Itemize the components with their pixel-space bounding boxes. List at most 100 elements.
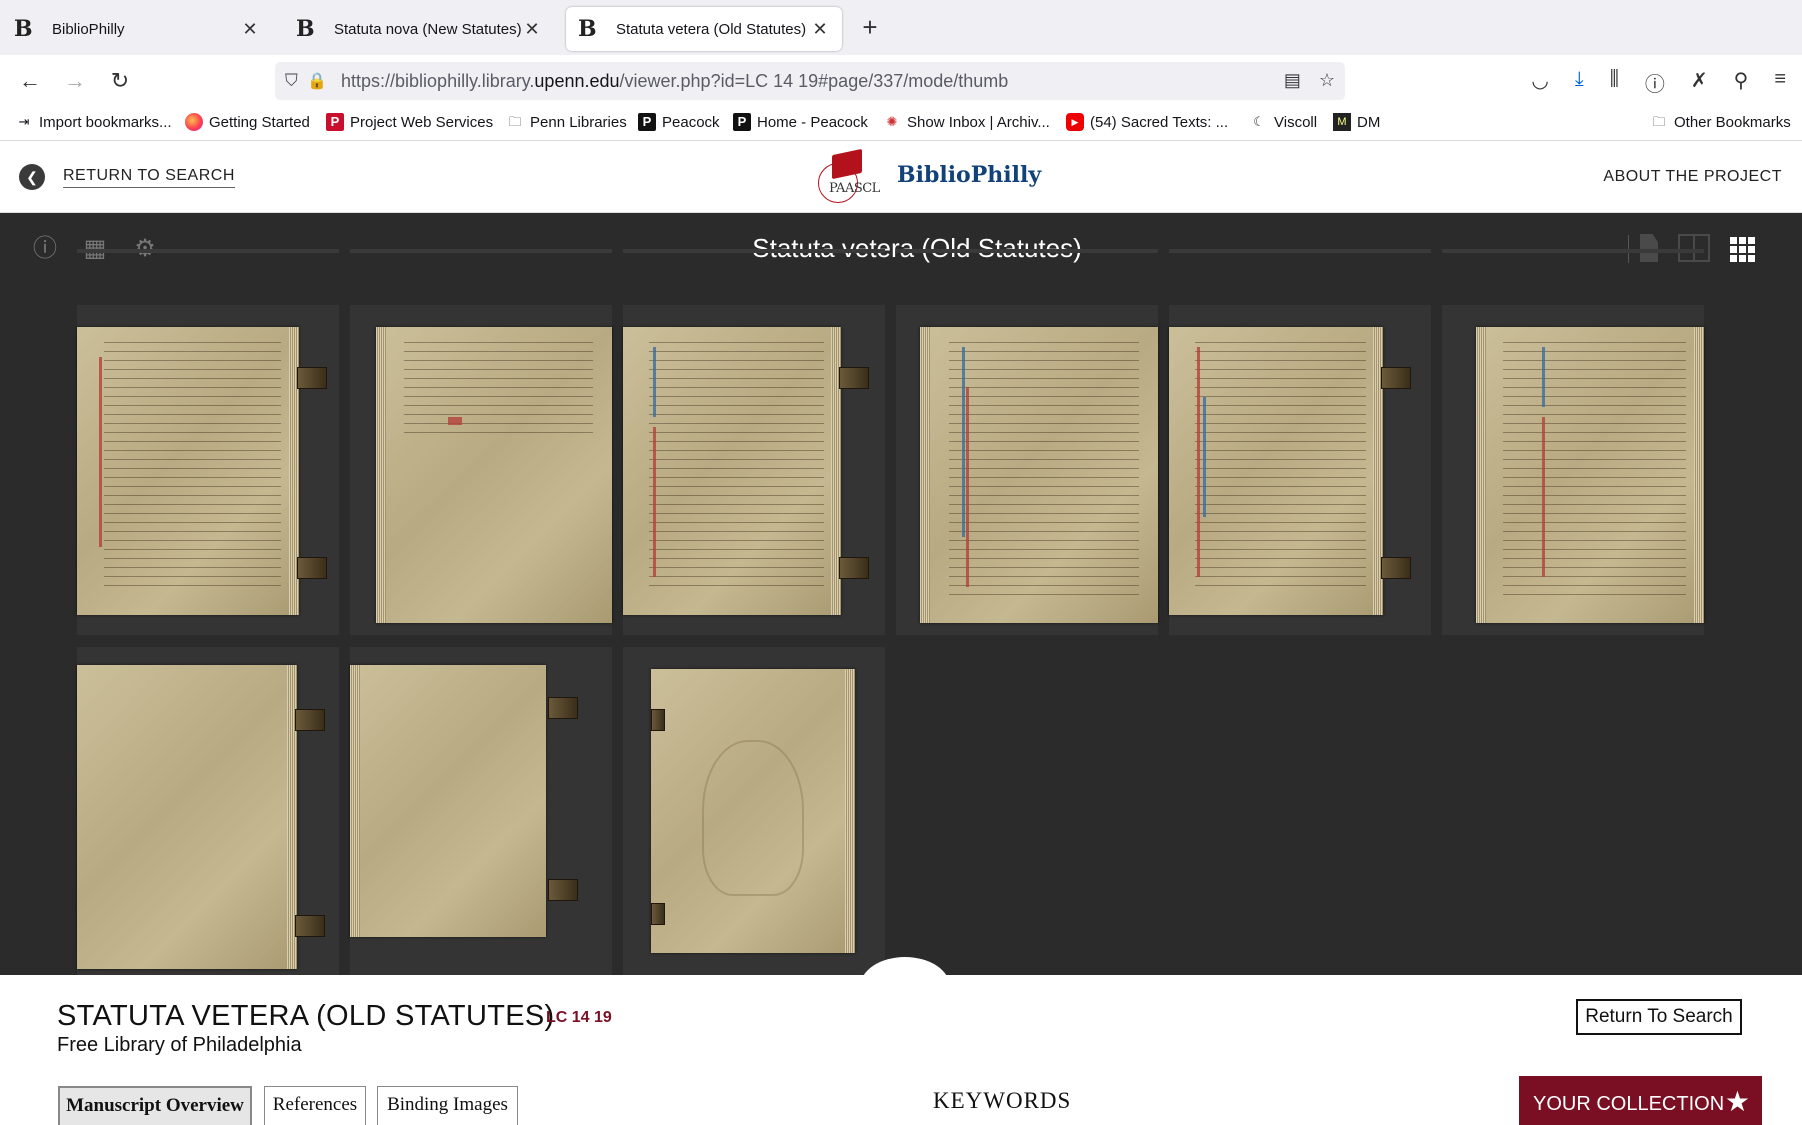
folder-icon: 🗀 xyxy=(508,114,522,129)
browser-tab-bibliophilly[interactable]: B BiblioPhilly ✕ xyxy=(2,7,272,51)
cover-ornament xyxy=(702,740,804,897)
bookmark-star-icon[interactable]: ☆ xyxy=(1319,70,1335,91)
menu-icon[interactable]: ≡ xyxy=(1774,68,1786,97)
lock-icon[interactable]: 🔒 xyxy=(307,71,333,91)
new-tab-button[interactable]: + xyxy=(855,12,885,42)
return-to-search-button[interactable]: Return To Search xyxy=(1576,999,1742,1035)
page-thumbnail[interactable] xyxy=(350,305,612,635)
bookmark-sacred-texts[interactable]: ▶ (54) Sacred Texts: ... xyxy=(1066,113,1228,131)
page-thumbnail[interactable] xyxy=(77,647,339,975)
bookmark-penn-libraries[interactable]: 🗀 Penn Libraries xyxy=(506,113,626,131)
clasp xyxy=(839,557,869,579)
download-icon[interactable]: ⤓ xyxy=(1575,68,1584,97)
manuscript-page-image xyxy=(350,665,546,937)
manuscript-page-image xyxy=(77,665,297,969)
manuscript-title: STATUTA VETERA (OLD STATUTES) xyxy=(57,1000,555,1032)
book-icon xyxy=(832,148,862,180)
manuscript-page-image xyxy=(1169,327,1383,615)
about-the-project-link[interactable]: ABOUT THE PROJECT xyxy=(1603,168,1782,186)
bookmark-show-inbox[interactable]: ✺ Show Inbox | Archiv... xyxy=(883,113,1050,131)
bookmarks-bar: ⇥ Import bookmarks... Getting Started P Pr… xyxy=(0,107,1802,141)
back-arrow-icon[interactable]: ← xyxy=(15,66,45,96)
clasp xyxy=(651,903,665,925)
bookmark-label: Other Bookmarks xyxy=(1674,113,1791,131)
url-host-main: upenn.edu xyxy=(534,70,620,91)
browser-tab-bar: B BiblioPhilly ✕ B Statuta nova (New Sta… xyxy=(0,0,1802,55)
your-collection-button[interactable]: YOUR COLLECTION ★ xyxy=(1519,1076,1762,1125)
chevron-left-icon[interactable]: ❮ xyxy=(19,164,45,190)
bookmark-viscoll[interactable]: ☾ Viscoll xyxy=(1250,113,1317,131)
reader-view-icon[interactable]: ▤ xyxy=(1284,70,1301,91)
bookmark-getting-started[interactable]: Getting Started xyxy=(185,113,310,131)
return-to-search-link[interactable]: RETURN TO SEARCH xyxy=(63,167,235,188)
page-thumbnail[interactable] xyxy=(1169,305,1431,635)
thumbnail-row-edge xyxy=(77,249,339,253)
bookmark-label: Project Web Services xyxy=(350,113,494,131)
bibliophilly-favicon-icon: B xyxy=(578,16,597,42)
reload-icon[interactable]: ↻ xyxy=(105,66,135,96)
manuscript-page-image xyxy=(920,327,1158,623)
bookmark-label: Peacock xyxy=(662,113,720,131)
bookmark-project-web-services[interactable]: P Project Web Services xyxy=(326,113,493,131)
manuscript-page-image xyxy=(1476,327,1704,623)
pocket-icon[interactable]: ◡ xyxy=(1531,68,1548,97)
site-logo[interactable]: PAASCL BiblioPhilly xyxy=(815,148,1041,209)
bookmark-home-peacock[interactable]: P Home - Peacock xyxy=(733,113,868,131)
repository-name: Free Library of Philadelphia xyxy=(57,1034,302,1056)
tab-manuscript-overview[interactable]: Manuscript Overview xyxy=(58,1086,252,1125)
manuscript-page-image xyxy=(376,327,612,623)
page-thumbnail[interactable] xyxy=(1442,305,1704,635)
brand-name: BiblioPhilly xyxy=(897,162,1042,188)
url-path: /viewer.php?id=LC 14 19#page/337/mode/th… xyxy=(619,70,1009,91)
extension-icon[interactable]: ✗ xyxy=(1691,68,1708,97)
browser-tab-statuta-vetera[interactable]: B Statuta vetera (Old Statutes) ✕ xyxy=(566,7,842,51)
site-header: ❮ RETURN TO SEARCH PAASCL BiblioPhilly A… xyxy=(0,141,1802,213)
url-text[interactable]: https://bibliophilly.library.upenn.edu/v… xyxy=(341,71,1008,92)
page-thumbnail[interactable] xyxy=(77,305,339,635)
page-thumbnail[interactable] xyxy=(623,647,885,975)
bookmark-dm[interactable]: M DM xyxy=(1333,113,1380,131)
binding-cover-image xyxy=(651,669,855,953)
close-tab-icon[interactable]: ✕ xyxy=(240,19,260,40)
tab-references[interactable]: References xyxy=(264,1086,366,1125)
bookmark-label: Import bookmarks... xyxy=(39,113,172,131)
library-icon[interactable]: ⫼ xyxy=(1610,68,1619,97)
p-icon: P xyxy=(326,113,344,131)
bookmark-label: Viscoll xyxy=(1274,113,1318,131)
peacock-icon: P xyxy=(638,113,656,131)
page-thumbnail[interactable] xyxy=(623,305,885,635)
close-tab-icon[interactable]: ✕ xyxy=(810,19,830,40)
thumbnail-mode-icon[interactable] xyxy=(1730,237,1756,265)
firefox-icon xyxy=(185,113,203,131)
page-thumbnail[interactable] xyxy=(896,305,1158,635)
browser-tab-statuta-nova[interactable]: B Statuta nova (New Statutes) ✕ xyxy=(284,7,554,51)
shelfmark: LC 14 19 xyxy=(546,1009,612,1026)
book-viewer: ⓘ ▦ ⚙ Statuta vetera (Old Statutes) xyxy=(0,213,1802,975)
dm-icon: M xyxy=(1333,113,1351,131)
other-bookmarks[interactable]: 🗀 Other Bookmarks xyxy=(1650,113,1791,131)
youtube-icon: ▶ xyxy=(1066,113,1084,131)
tab-binding-images[interactable]: Binding Images xyxy=(377,1086,518,1125)
two-page-mode-icon[interactable] xyxy=(1678,234,1710,262)
browser-nav-bar: ← → ↻ ⛉ 🔒 https://bibliophilly.library.u… xyxy=(0,55,1802,107)
clasp xyxy=(1381,557,1411,579)
clasp xyxy=(1381,367,1411,389)
url-host-prefix: https://bibliophilly.library. xyxy=(341,70,535,91)
logo-text: PAASCL xyxy=(829,181,880,196)
password-manager-icon[interactable]: ⓘ xyxy=(1645,68,1665,97)
thumbnail-row-edge xyxy=(1442,249,1704,253)
page-thumbnail[interactable] xyxy=(350,647,612,975)
star-icon: ★ xyxy=(1724,1086,1750,1117)
thumbnail-row-edge xyxy=(623,249,885,253)
bookmark-import[interactable]: ⇥ Import bookmarks... xyxy=(15,113,172,131)
bibliophilly-favicon-icon: B xyxy=(14,16,33,42)
manuscript-page-image xyxy=(623,327,841,615)
bookmark-peacock[interactable]: P Peacock xyxy=(638,113,720,131)
tracking-shield-icon[interactable]: ⛉ xyxy=(285,71,307,91)
inbox-icon: ✺ xyxy=(886,114,898,129)
forward-arrow-icon[interactable]: → xyxy=(60,66,90,96)
zotero-icon[interactable]: ⚲ xyxy=(1734,68,1749,97)
url-bar[interactable]: ⛉ 🔒 https://bibliophilly.library.upenn.e… xyxy=(275,62,1345,100)
close-tab-icon[interactable]: ✕ xyxy=(522,19,542,40)
bookmark-label: Show Inbox | Archiv... xyxy=(907,113,1050,131)
